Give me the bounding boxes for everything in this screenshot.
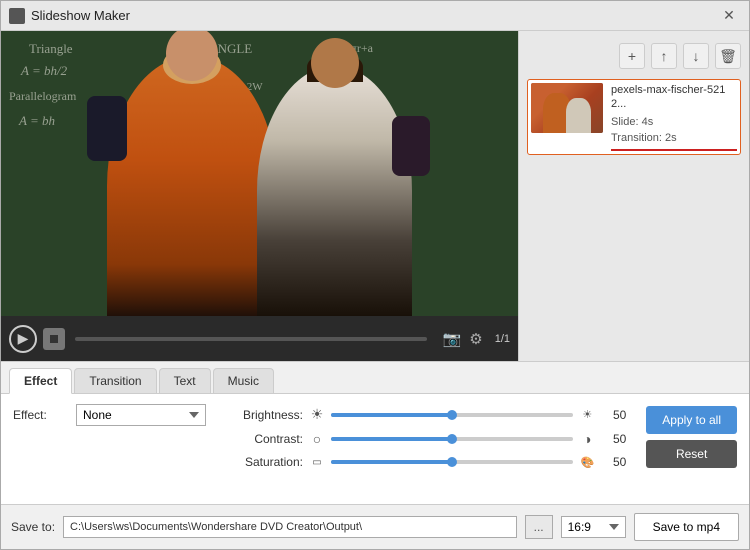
controls-bar: ▶ 📷 ⚙ 1/1 <box>1 316 518 361</box>
apply-to-all-button[interactable]: Apply to all <box>646 406 737 434</box>
thumb-image-1 <box>531 83 603 133</box>
delete-slide-button[interactable]: 🗑 <box>715 43 741 69</box>
snapshot-icon[interactable]: 📷 <box>441 328 464 350</box>
play-button[interactable]: ▶ <box>9 325 37 353</box>
brightness-slider[interactable] <box>331 413 573 417</box>
thumb-info-1: pexels-max-fischer-5212... Slide: 4s Tra… <box>611 83 737 151</box>
brightness-label: Brightness: <box>233 408 303 422</box>
player-panel: Triangle RECTANGLE A = bh/2 A = L × W Pa… <box>1 31 519 361</box>
close-button[interactable]: ✕ <box>717 4 741 28</box>
contrast-row: Contrast: ○ ◑ 50 <box>233 431 626 447</box>
main-content: Triangle RECTANGLE A = bh/2 A = L × W Pa… <box>1 31 749 361</box>
ctrl-icons: 📷 ⚙ <box>441 328 485 350</box>
contrast-icon-right: ◑ <box>579 431 595 447</box>
app-icon <box>9 8 25 24</box>
person-1 <box>107 56 277 316</box>
add-slide-button[interactable]: + <box>619 43 645 69</box>
stop-button[interactable] <box>43 328 65 350</box>
panel-controls: + ↑ ↓ 🗑 <box>527 39 741 73</box>
saturation-slider[interactable] <box>331 460 573 464</box>
tab-effect[interactable]: Effect <box>9 368 72 394</box>
brightness-thumb <box>447 410 457 420</box>
scene-people <box>1 74 518 316</box>
save-bar: Save to: C:\Users\ws\Documents\Wondersha… <box>1 504 749 549</box>
contrast-label: Contrast: <box>233 432 303 446</box>
chalkboard-scene: Triangle RECTANGLE A = bh/2 A = L × W Pa… <box>1 31 518 316</box>
save-path: C:\Users\ws\Documents\Wondershare DVD Cr… <box>63 516 517 538</box>
contrast-thumb <box>447 434 457 444</box>
thumb-img-inner-1 <box>531 83 603 133</box>
brightness-icon-left: ☀ <box>309 406 325 423</box>
thumbnail-item-1[interactable]: pexels-max-fischer-5212... Slide: 4s Tra… <box>527 79 741 155</box>
thumb-red-line <box>611 149 737 151</box>
backpack-2 <box>392 116 430 176</box>
effect-select[interactable]: None Black & White Sepia Blur Sharpen <box>76 404 206 426</box>
title-bar: Slideshow Maker ✕ <box>1 1 749 31</box>
settings-icon[interactable]: ⚙ <box>467 328 484 350</box>
sliders-column: Brightness: ☀ ☀ 50 Contrast: ○ <box>233 404 626 469</box>
saturation-thumb <box>447 457 457 467</box>
brightness-icon-right: ☀ <box>579 408 595 421</box>
bottom-section: Effect Transition Text Music Effect: Non… <box>1 361 749 549</box>
browse-button[interactable]: ... <box>525 515 553 539</box>
saturation-icon-left: ▭ <box>309 457 325 468</box>
saturation-icon-right: 🎨 <box>579 456 595 469</box>
person-2 <box>257 66 412 316</box>
thumb-people <box>531 93 603 133</box>
saturation-value: 50 <box>601 455 626 469</box>
action-buttons: Apply to all Reset <box>646 404 737 468</box>
progress-bar[interactable] <box>75 337 427 341</box>
window-title: Slideshow Maker <box>31 8 717 23</box>
tabs-bar: Effect Transition Text Music <box>1 362 749 394</box>
save-mp4-button[interactable]: Save to mp4 <box>634 513 739 541</box>
contrast-icon-left: ○ <box>309 431 325 447</box>
tab-text[interactable]: Text <box>159 368 211 393</box>
effect-left: Effect: None Black & White Sepia Blur Sh… <box>13 404 213 426</box>
thumb-transition-duration: Transition: 2s <box>611 130 737 147</box>
contrast-value: 50 <box>601 432 626 446</box>
saturation-row: Saturation: ▭ 🎨 50 <box>233 455 626 469</box>
effect-row: Effect: None Black & White Sepia Blur Sh… <box>13 404 213 426</box>
thumbnail-panel: + ↑ ↓ 🗑 pexels-max-fischer-5212... <box>519 31 749 361</box>
thumb-person-2 <box>566 98 591 133</box>
brightness-fill <box>331 413 452 417</box>
backpack-1 <box>87 96 127 161</box>
reset-button[interactable]: Reset <box>646 440 737 468</box>
brightness-value: 50 <box>601 408 626 422</box>
thumb-slide-duration: Slide: 4s <box>611 114 737 131</box>
aspect-ratio-select[interactable]: 16:9 4:3 1:1 9:16 <box>561 516 626 538</box>
saturation-fill <box>331 460 452 464</box>
contrast-slider[interactable] <box>331 437 573 441</box>
move-up-button[interactable]: ↑ <box>651 43 677 69</box>
save-label: Save to: <box>11 520 55 534</box>
tab-music[interactable]: Music <box>213 368 274 393</box>
contrast-fill <box>331 437 452 441</box>
thumb-name-1: pexels-max-fischer-5212... <box>611 83 737 112</box>
effect-label: Effect: <box>13 408 68 422</box>
time-display: 1/1 <box>495 333 510 345</box>
brightness-row: Brightness: ☀ ☀ 50 <box>233 406 626 423</box>
move-down-button[interactable]: ↓ <box>683 43 709 69</box>
person-2-head <box>311 38 359 88</box>
saturation-label: Saturation: <box>233 455 303 469</box>
formula-1: Triangle <box>29 41 73 57</box>
tab-transition[interactable]: Transition <box>74 368 156 393</box>
video-area: Triangle RECTANGLE A = bh/2 A = L × W Pa… <box>1 31 518 316</box>
main-window: Slideshow Maker ✕ Triangle RECTANGLE A =… <box>0 0 750 550</box>
effect-panel: Effect: None Black & White Sepia Blur Sh… <box>1 394 749 504</box>
